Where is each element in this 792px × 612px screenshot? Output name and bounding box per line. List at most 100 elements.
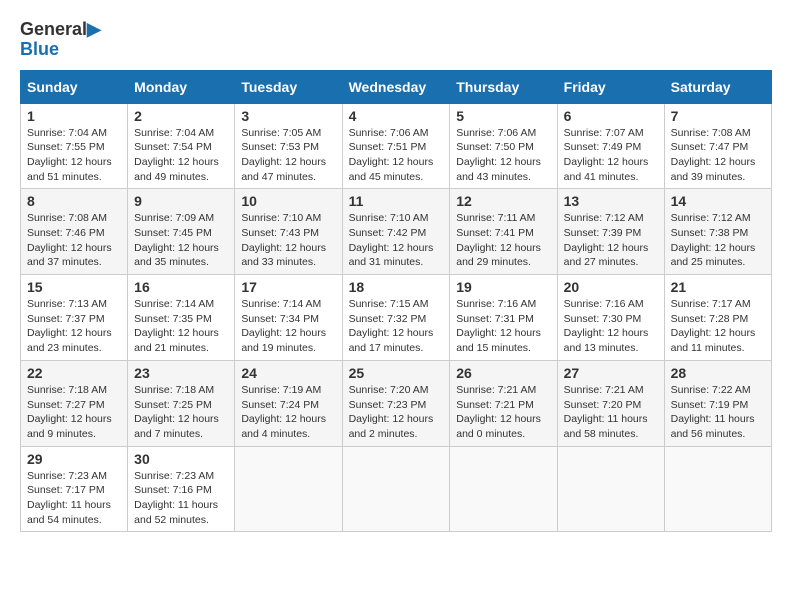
day-number: 25 — [349, 365, 444, 381]
day-detail: Sunrise: 7:07 AM Sunset: 7:49 PM Dayligh… — [564, 126, 658, 185]
calendar-day-cell: 17 Sunrise: 7:14 AM Sunset: 7:34 PM Dayl… — [235, 275, 342, 361]
calendar-week-row: 8 Sunrise: 7:08 AM Sunset: 7:46 PM Dayli… — [21, 189, 772, 275]
calendar-day-cell: 12 Sunrise: 7:11 AM Sunset: 7:41 PM Dayl… — [450, 189, 557, 275]
calendar-day-cell — [557, 446, 664, 532]
day-number: 30 — [134, 451, 228, 467]
day-detail: Sunrise: 7:18 AM Sunset: 7:25 PM Dayligh… — [134, 383, 228, 442]
calendar-day-cell: 26 Sunrise: 7:21 AM Sunset: 7:21 PM Dayl… — [450, 360, 557, 446]
day-detail: Sunrise: 7:21 AM Sunset: 7:21 PM Dayligh… — [456, 383, 550, 442]
day-number: 4 — [349, 108, 444, 124]
day-number: 11 — [349, 193, 444, 209]
day-detail: Sunrise: 7:09 AM Sunset: 7:45 PM Dayligh… — [134, 211, 228, 270]
day-number: 15 — [27, 279, 121, 295]
day-detail: Sunrise: 7:18 AM Sunset: 7:27 PM Dayligh… — [27, 383, 121, 442]
calendar-day-cell: 13 Sunrise: 7:12 AM Sunset: 7:39 PM Dayl… — [557, 189, 664, 275]
day-detail: Sunrise: 7:05 AM Sunset: 7:53 PM Dayligh… — [241, 126, 335, 185]
day-detail: Sunrise: 7:10 AM Sunset: 7:43 PM Dayligh… — [241, 211, 335, 270]
weekday-header: Sunday — [21, 70, 128, 103]
calendar-day-cell: 7 Sunrise: 7:08 AM Sunset: 7:47 PM Dayli… — [664, 103, 771, 189]
weekday-header: Wednesday — [342, 70, 450, 103]
calendar-day-cell: 20 Sunrise: 7:16 AM Sunset: 7:30 PM Dayl… — [557, 275, 664, 361]
calendar-day-cell: 21 Sunrise: 7:17 AM Sunset: 7:28 PM Dayl… — [664, 275, 771, 361]
calendar-day-cell: 19 Sunrise: 7:16 AM Sunset: 7:31 PM Dayl… — [450, 275, 557, 361]
calendar-day-cell: 1 Sunrise: 7:04 AM Sunset: 7:55 PM Dayli… — [21, 103, 128, 189]
day-detail: Sunrise: 7:08 AM Sunset: 7:46 PM Dayligh… — [27, 211, 121, 270]
day-number: 23 — [134, 365, 228, 381]
weekday-header: Friday — [557, 70, 664, 103]
calendar-day-cell: 4 Sunrise: 7:06 AM Sunset: 7:51 PM Dayli… — [342, 103, 450, 189]
calendar-day-cell: 30 Sunrise: 7:23 AM Sunset: 7:16 PM Dayl… — [128, 446, 235, 532]
day-number: 3 — [241, 108, 335, 124]
day-detail: Sunrise: 7:12 AM Sunset: 7:38 PM Dayligh… — [671, 211, 765, 270]
weekday-header: Saturday — [664, 70, 771, 103]
calendar-day-cell — [342, 446, 450, 532]
calendar-day-cell: 25 Sunrise: 7:20 AM Sunset: 7:23 PM Dayl… — [342, 360, 450, 446]
calendar-day-cell — [235, 446, 342, 532]
day-number: 22 — [27, 365, 121, 381]
calendar-day-cell: 2 Sunrise: 7:04 AM Sunset: 7:54 PM Dayli… — [128, 103, 235, 189]
calendar-day-cell: 24 Sunrise: 7:19 AM Sunset: 7:24 PM Dayl… — [235, 360, 342, 446]
calendar-day-cell: 23 Sunrise: 7:18 AM Sunset: 7:25 PM Dayl… — [128, 360, 235, 446]
calendar-day-cell — [664, 446, 771, 532]
calendar-table: SundayMondayTuesdayWednesdayThursdayFrid… — [20, 70, 772, 533]
day-number: 8 — [27, 193, 121, 209]
day-number: 2 — [134, 108, 228, 124]
day-detail: Sunrise: 7:08 AM Sunset: 7:47 PM Dayligh… — [671, 126, 765, 185]
day-detail: Sunrise: 7:04 AM Sunset: 7:55 PM Dayligh… — [27, 126, 121, 185]
logo: General▶ Blue — [20, 20, 101, 60]
day-number: 20 — [564, 279, 658, 295]
day-number: 26 — [456, 365, 550, 381]
day-detail: Sunrise: 7:14 AM Sunset: 7:34 PM Dayligh… — [241, 297, 335, 356]
day-number: 14 — [671, 193, 765, 209]
day-number: 24 — [241, 365, 335, 381]
day-detail: Sunrise: 7:16 AM Sunset: 7:31 PM Dayligh… — [456, 297, 550, 356]
day-detail: Sunrise: 7:13 AM Sunset: 7:37 PM Dayligh… — [27, 297, 121, 356]
calendar-day-cell: 22 Sunrise: 7:18 AM Sunset: 7:27 PM Dayl… — [21, 360, 128, 446]
day-number: 7 — [671, 108, 765, 124]
day-number: 21 — [671, 279, 765, 295]
calendar-header: SundayMondayTuesdayWednesdayThursdayFrid… — [21, 70, 772, 103]
day-detail: Sunrise: 7:21 AM Sunset: 7:20 PM Dayligh… — [564, 383, 658, 442]
calendar-day-cell: 6 Sunrise: 7:07 AM Sunset: 7:49 PM Dayli… — [557, 103, 664, 189]
day-number: 28 — [671, 365, 765, 381]
day-detail: Sunrise: 7:23 AM Sunset: 7:17 PM Dayligh… — [27, 469, 121, 528]
weekday-header: Monday — [128, 70, 235, 103]
day-number: 29 — [27, 451, 121, 467]
logo-text: General▶ — [20, 20, 101, 40]
day-number: 12 — [456, 193, 550, 209]
day-number: 18 — [349, 279, 444, 295]
day-number: 16 — [134, 279, 228, 295]
calendar-week-row: 1 Sunrise: 7:04 AM Sunset: 7:55 PM Dayli… — [21, 103, 772, 189]
day-number: 6 — [564, 108, 658, 124]
weekday-header: Tuesday — [235, 70, 342, 103]
day-detail: Sunrise: 7:20 AM Sunset: 7:23 PM Dayligh… — [349, 383, 444, 442]
calendar-body: 1 Sunrise: 7:04 AM Sunset: 7:55 PM Dayli… — [21, 103, 772, 532]
calendar-day-cell: 9 Sunrise: 7:09 AM Sunset: 7:45 PM Dayli… — [128, 189, 235, 275]
calendar-day-cell: 3 Sunrise: 7:05 AM Sunset: 7:53 PM Dayli… — [235, 103, 342, 189]
calendar-week-row: 15 Sunrise: 7:13 AM Sunset: 7:37 PM Dayl… — [21, 275, 772, 361]
day-detail: Sunrise: 7:14 AM Sunset: 7:35 PM Dayligh… — [134, 297, 228, 356]
day-detail: Sunrise: 7:15 AM Sunset: 7:32 PM Dayligh… — [349, 297, 444, 356]
calendar-day-cell: 11 Sunrise: 7:10 AM Sunset: 7:42 PM Dayl… — [342, 189, 450, 275]
calendar-week-row: 22 Sunrise: 7:18 AM Sunset: 7:27 PM Dayl… — [21, 360, 772, 446]
calendar-day-cell: 28 Sunrise: 7:22 AM Sunset: 7:19 PM Dayl… — [664, 360, 771, 446]
calendar-day-cell: 16 Sunrise: 7:14 AM Sunset: 7:35 PM Dayl… — [128, 275, 235, 361]
day-number: 17 — [241, 279, 335, 295]
calendar-day-cell: 14 Sunrise: 7:12 AM Sunset: 7:38 PM Dayl… — [664, 189, 771, 275]
logo-subtext: Blue — [20, 40, 59, 60]
day-detail: Sunrise: 7:04 AM Sunset: 7:54 PM Dayligh… — [134, 126, 228, 185]
calendar-day-cell: 10 Sunrise: 7:10 AM Sunset: 7:43 PM Dayl… — [235, 189, 342, 275]
day-detail: Sunrise: 7:23 AM Sunset: 7:16 PM Dayligh… — [134, 469, 228, 528]
calendar-week-row: 29 Sunrise: 7:23 AM Sunset: 7:17 PM Dayl… — [21, 446, 772, 532]
calendar-day-cell: 15 Sunrise: 7:13 AM Sunset: 7:37 PM Dayl… — [21, 275, 128, 361]
calendar-day-cell: 5 Sunrise: 7:06 AM Sunset: 7:50 PM Dayli… — [450, 103, 557, 189]
day-detail: Sunrise: 7:10 AM Sunset: 7:42 PM Dayligh… — [349, 211, 444, 270]
calendar-day-cell — [450, 446, 557, 532]
day-number: 5 — [456, 108, 550, 124]
day-number: 9 — [134, 193, 228, 209]
day-detail: Sunrise: 7:06 AM Sunset: 7:50 PM Dayligh… — [456, 126, 550, 185]
calendar-day-cell: 18 Sunrise: 7:15 AM Sunset: 7:32 PM Dayl… — [342, 275, 450, 361]
day-number: 19 — [456, 279, 550, 295]
day-detail: Sunrise: 7:06 AM Sunset: 7:51 PM Dayligh… — [349, 126, 444, 185]
day-number: 1 — [27, 108, 121, 124]
